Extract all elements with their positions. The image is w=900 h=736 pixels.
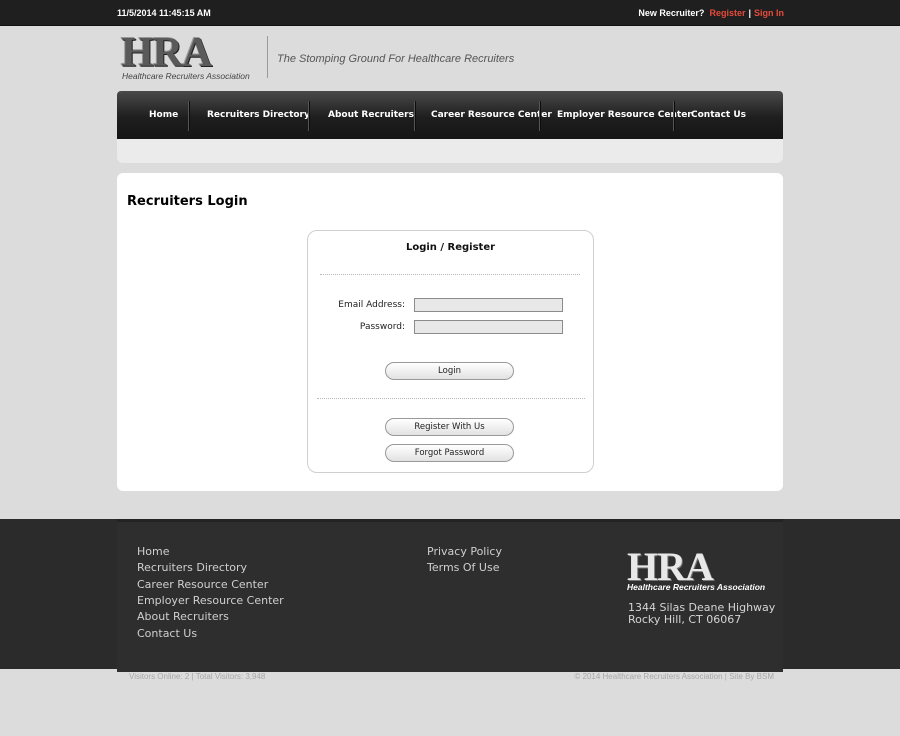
register-link[interactable]: Register bbox=[709, 8, 745, 18]
login-panel: Login / Register Email Address: Password… bbox=[307, 230, 594, 473]
footer-link-home[interactable]: Home bbox=[137, 545, 169, 558]
footer-address-line2: Rocky Hill, CT 06067 bbox=[628, 613, 742, 626]
hra-logo[interactable]: HRA bbox=[121, 32, 212, 74]
footer-link-employer-resource-center[interactable]: Employer Resource Center bbox=[137, 594, 284, 607]
header-logo-area: HRA Healthcare Recruiters Association Th… bbox=[121, 32, 521, 82]
nav-item-contact-us[interactable]: Contact Us bbox=[691, 110, 746, 120]
footer-link-career-resource-center[interactable]: Career Resource Center bbox=[137, 578, 268, 591]
new-recruiter-text: New Recruiter? bbox=[638, 8, 705, 18]
nav-separator bbox=[539, 101, 541, 131]
footer-link-terms-of-use[interactable]: Terms Of Use bbox=[427, 561, 499, 574]
login-button[interactable]: Login bbox=[385, 362, 514, 380]
password-label: Password: bbox=[359, 322, 405, 332]
copyright-text: © 2014 Healthcare Recruiters Association… bbox=[574, 672, 774, 681]
nav-item-home[interactable]: Home bbox=[149, 110, 178, 120]
divider bbox=[320, 274, 580, 275]
nav-separator bbox=[308, 101, 310, 131]
sign-in-link[interactable]: Sign In bbox=[754, 8, 784, 18]
email-label: Email Address: bbox=[338, 300, 405, 310]
email-field[interactable] bbox=[414, 298, 563, 312]
footer-link-about-recruiters[interactable]: About Recruiters bbox=[137, 610, 229, 623]
account-links: New Recruiter? Register | Sign In bbox=[638, 8, 784, 18]
logo-subtitle: Healthcare Recruiters Association bbox=[122, 71, 250, 81]
nav-separator bbox=[414, 101, 416, 131]
top-bar: 11/5/2014 11:45:15 AM New Recruiter? Reg… bbox=[0, 0, 900, 26]
page-title: Recruiters Login bbox=[127, 194, 248, 209]
password-field[interactable] bbox=[414, 320, 563, 334]
login-panel-title: Login / Register bbox=[405, 242, 496, 253]
main-content: Recruiters Login Login / Register Email … bbox=[117, 173, 783, 491]
logo-divider bbox=[267, 36, 268, 78]
nav-separator bbox=[188, 101, 190, 131]
site-tagline: The Stomping Ground For Healthcare Recru… bbox=[277, 53, 515, 65]
footer-hra-logo: HRA bbox=[627, 544, 714, 589]
nav-item-career-resource-center[interactable]: Career Resource Center bbox=[431, 110, 552, 120]
nav-item-about-recruiters[interactable]: About Recruiters bbox=[328, 110, 414, 120]
visitor-count: Visitors Online: 2 | Total Visitors: 3,9… bbox=[129, 672, 266, 681]
divider bbox=[317, 398, 585, 399]
footer-link-privacy-policy[interactable]: Privacy Policy bbox=[427, 545, 502, 558]
nav-subbar bbox=[117, 139, 783, 163]
forgot-password-button[interactable]: Forgot Password bbox=[385, 444, 514, 462]
nav-separator bbox=[673, 101, 675, 131]
footer bbox=[0, 519, 900, 672]
register-with-us-button[interactable]: Register With Us bbox=[385, 418, 514, 436]
main-nav: Home Recruiters Directory About Recruite… bbox=[117, 91, 783, 139]
footer-logo-subtitle: Healthcare Recruiters Association bbox=[627, 582, 766, 592]
link-separator: | bbox=[748, 8, 751, 18]
nav-item-employer-resource-center[interactable]: Employer Resource Center bbox=[557, 110, 692, 120]
footer-link-contact-us[interactable]: Contact Us bbox=[137, 627, 197, 640]
current-datetime: 11/5/2014 11:45:15 AM bbox=[117, 8, 211, 18]
nav-item-recruiters-directory[interactable]: Recruiters Directory bbox=[207, 110, 310, 120]
footer-link-recruiters-directory[interactable]: Recruiters Directory bbox=[137, 561, 247, 574]
